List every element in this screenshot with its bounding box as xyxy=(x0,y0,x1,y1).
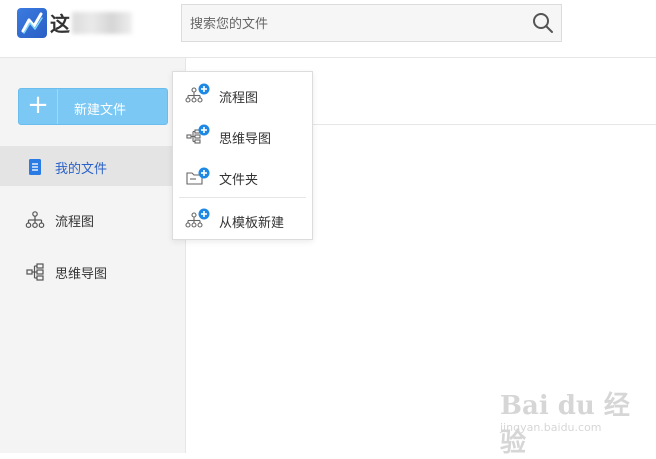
search-icon[interactable] xyxy=(532,12,554,34)
file-icon xyxy=(29,159,41,175)
dropdown-item-flowchart[interactable]: 流程图 xyxy=(173,74,312,114)
flowchart-icon xyxy=(25,211,45,229)
blurred-app-name xyxy=(72,12,132,34)
dropdown-item-label: 流程图 xyxy=(219,91,259,106)
sidebar: + 新建文件 我的文件 流程图 思维导图 xyxy=(0,58,186,453)
app-logo[interactable] xyxy=(17,8,47,38)
sidebar-item-label: 我的文件 xyxy=(55,162,108,177)
sidebar-item-label: 思维导图 xyxy=(55,267,108,282)
dropdown-item-from-template[interactable]: 从模板新建 xyxy=(173,199,312,239)
app-name: 这 xyxy=(50,12,70,36)
new-from-template-icon xyxy=(185,208,210,228)
dropdown-item-label: 思维导图 xyxy=(219,132,272,147)
new-mindmap-icon xyxy=(186,124,210,144)
new-flowchart-icon xyxy=(185,83,210,103)
watermark-url: jingyan.baidu.com xyxy=(500,421,602,434)
mindmap-icon xyxy=(26,263,44,281)
sidebar-item-label: 流程图 xyxy=(55,215,95,230)
sidebar-item-my-files[interactable]: 我的文件 xyxy=(0,146,185,186)
new-folder-icon xyxy=(186,167,210,185)
search-box[interactable] xyxy=(181,4,562,42)
top-bar: 这 xyxy=(0,0,656,58)
logo-chart-icon xyxy=(21,12,43,34)
search-input[interactable] xyxy=(188,13,512,35)
dropdown-item-folder[interactable]: 文件夹 xyxy=(173,156,312,196)
new-file-dropdown: 流程图 思维导图 文件夹 从模板新建 xyxy=(172,71,313,240)
plus-icon: + xyxy=(19,89,58,124)
dropdown-item-label: 从模板新建 xyxy=(219,216,285,231)
sidebar-item-flowchart[interactable]: 流程图 xyxy=(0,199,185,239)
dropdown-item-label: 文件夹 xyxy=(219,173,259,188)
dropdown-item-mindmap[interactable]: 思维导图 xyxy=(173,115,312,155)
baidu-watermark: Bai du 经验 jingyan.baidu.com xyxy=(500,385,650,458)
new-file-button[interactable]: + 新建文件 xyxy=(18,88,168,125)
new-file-label: 新建文件 xyxy=(74,103,127,118)
dropdown-divider xyxy=(179,197,306,198)
sidebar-item-mindmap[interactable]: 思维导图 xyxy=(0,251,185,291)
